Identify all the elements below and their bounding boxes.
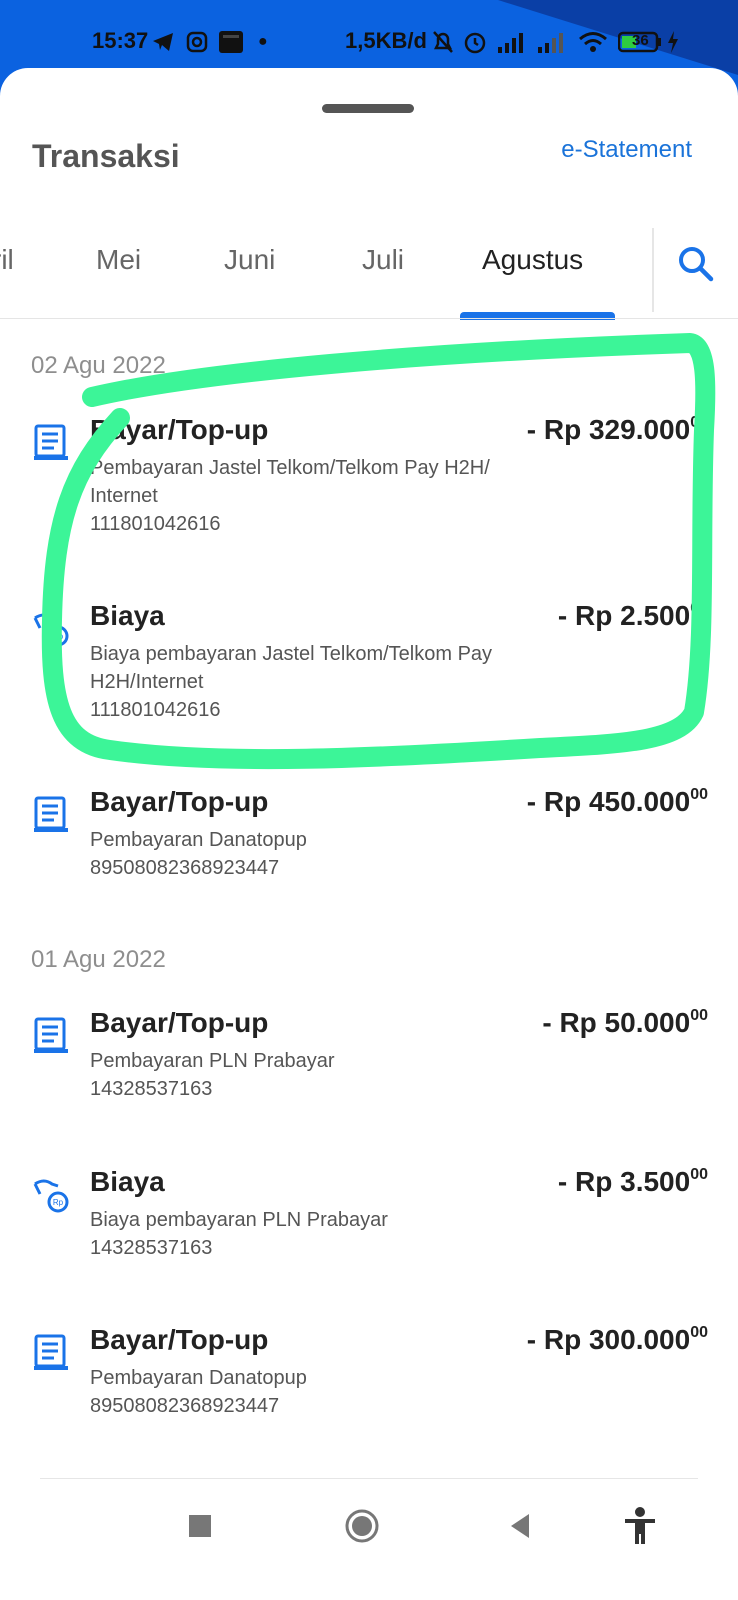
- amount-cents: 00: [690, 1324, 708, 1341]
- transaction-item[interactable]: Bayar/Top-up - Rp 450.00000 Pembayaran D…: [0, 786, 738, 936]
- signal-icon: [496, 30, 526, 54]
- transaction-description: Biaya pembayaran PLN Prabayar 14328537163: [90, 1206, 550, 1262]
- drag-handle[interactable]: [322, 104, 414, 113]
- battery-level: 36: [632, 32, 649, 49]
- network-speed: 1,5KB/d: [345, 28, 427, 53]
- transaction-item[interactable]: Rp Biaya - Rp 2.50000 Biaya pembayaran J…: [0, 600, 738, 750]
- amount-cents: 00: [690, 1166, 708, 1183]
- accessibility-icon[interactable]: [618, 1504, 662, 1548]
- date-header: 02 Agu 2022: [31, 352, 166, 379]
- description-text: Biaya pembayaran PLN Prabayar: [90, 1209, 388, 1231]
- amount-value: - Rp 329.000: [526, 414, 691, 445]
- month-tabs: ril Mei Juni Juli Agustus: [0, 228, 738, 320]
- description-text: Pembayaran Danatopup: [90, 1367, 307, 1389]
- transaction-amount: - Rp 450.00000: [527, 786, 708, 818]
- fee-icon-label: Rp: [53, 1198, 64, 1207]
- tab-agustus[interactable]: Agustus: [482, 244, 583, 276]
- receipt-icon: [32, 794, 72, 834]
- transaction-description: Pembayaran PLN Prabayar 14328537163: [90, 1047, 550, 1103]
- reference-number: 89508082368923447: [90, 1395, 280, 1417]
- transaction-item[interactable]: Bayar/Top-up - Rp 329.00000 Pembayaran J…: [0, 414, 738, 564]
- dot-icon: ●: [258, 33, 268, 50]
- instagram-icon: [186, 30, 208, 54]
- fee-hand-icon: Rp: [32, 1174, 72, 1214]
- reference-number: 89508082368923447: [90, 857, 280, 879]
- description-text: Pembayaran PLN Prabayar: [90, 1050, 335, 1072]
- tab-divider: [652, 228, 654, 312]
- amount-value: - Rp 300.000: [526, 1324, 691, 1355]
- amount-value: - Rp 3.500: [557, 1166, 691, 1197]
- transaction-title: Bayar/Top-up: [90, 786, 269, 817]
- alarm-icon: [462, 30, 488, 54]
- fee-hand-icon: Rp: [32, 608, 72, 648]
- tab-juli[interactable]: Juli: [362, 244, 404, 276]
- transaction-item[interactable]: Bayar/Top-up - Rp 300.00000 Pembayaran D…: [0, 1324, 738, 1474]
- app-icon: [218, 30, 244, 54]
- description-text: Pembayaran Jastel Telkom/Telkom Pay H2H/…: [90, 457, 490, 507]
- transaction-amount: - Rp 329.00000: [527, 414, 708, 446]
- receipt-icon: [32, 1332, 72, 1372]
- wifi-icon: [578, 30, 608, 54]
- amount-value: - Rp 2.500: [557, 600, 691, 631]
- date-header: 01 Agu 2022: [31, 946, 166, 973]
- amount-cents: 00: [690, 786, 708, 803]
- nav-divider: [40, 1478, 698, 1479]
- charging-icon: [666, 30, 680, 54]
- receipt-icon: [32, 422, 72, 462]
- transaction-title: Biaya: [90, 1166, 165, 1197]
- reference-number: 111801042616: [90, 513, 221, 535]
- reference-number: 111801042616: [90, 699, 221, 721]
- transaction-description: Pembayaran Jastel Telkom/Telkom Pay H2H/…: [90, 454, 550, 538]
- back-icon[interactable]: [498, 1504, 542, 1548]
- signal-icon: [536, 30, 566, 54]
- transaction-item[interactable]: Rp Biaya - Rp 3.50000 Biaya pembayaran P…: [0, 1166, 738, 1316]
- amount-cents: 00: [690, 414, 708, 431]
- amount-cents: 00: [690, 600, 708, 617]
- reference-number: 14328537163: [90, 1078, 213, 1100]
- transaction-description: Pembayaran Danatopup 89508082368923447: [90, 1364, 550, 1420]
- page-title: Transaksi: [32, 138, 180, 174]
- amount-value: - Rp 50.000: [542, 1007, 691, 1038]
- tab-april[interactable]: ril: [0, 244, 14, 276]
- description-text: Biaya pembayaran Jastel Telkom/Telkom Pa…: [90, 643, 493, 693]
- transaction-title: Bayar/Top-up: [90, 414, 269, 445]
- alarm-off-icon: [432, 30, 454, 54]
- status-time: 15:37: [92, 28, 149, 53]
- transaction-amount: - Rp 50.00000: [542, 1007, 708, 1039]
- transaction-title: Bayar/Top-up: [90, 1007, 269, 1038]
- transaction-description: Biaya pembayaran Jastel Telkom/Telkom Pa…: [90, 640, 550, 724]
- transaction-description: Pembayaran Danatopup 89508082368923447: [90, 826, 550, 882]
- tabs-divider: [0, 318, 738, 319]
- e-statement-link[interactable]: e-Statement: [561, 136, 692, 164]
- transactions-sheet: Transaksi e-Statement ril Mei Juni Juli …: [0, 68, 738, 1600]
- amount-value: - Rp 450.000: [526, 786, 691, 817]
- transaction-amount: - Rp 3.50000: [558, 1166, 708, 1198]
- amount-cents: 00: [690, 1007, 708, 1024]
- reference-number: 14328537163: [90, 1237, 213, 1259]
- telegram-icon: [152, 30, 174, 54]
- transaction-item[interactable]: Bayar/Top-up - Rp 50.00000 Pembayaran PL…: [0, 1007, 738, 1157]
- fee-icon-label: Rp: [53, 632, 64, 641]
- status-bar: 15:37 ● 1,5KB/d 36: [0, 0, 738, 75]
- transaction-title: Biaya: [90, 600, 165, 631]
- transaction-title: Bayar/Top-up: [90, 1324, 269, 1355]
- transaction-amount: - Rp 2.50000: [558, 600, 708, 632]
- tab-mei[interactable]: Mei: [96, 244, 141, 276]
- search-icon[interactable]: [676, 244, 716, 284]
- home-icon[interactable]: [340, 1504, 384, 1548]
- recents-icon[interactable]: [178, 1504, 222, 1548]
- description-text: Pembayaran Danatopup: [90, 829, 307, 851]
- transaction-amount: - Rp 300.00000: [527, 1324, 708, 1356]
- tab-juni[interactable]: Juni: [224, 244, 275, 276]
- receipt-icon: [32, 1015, 72, 1055]
